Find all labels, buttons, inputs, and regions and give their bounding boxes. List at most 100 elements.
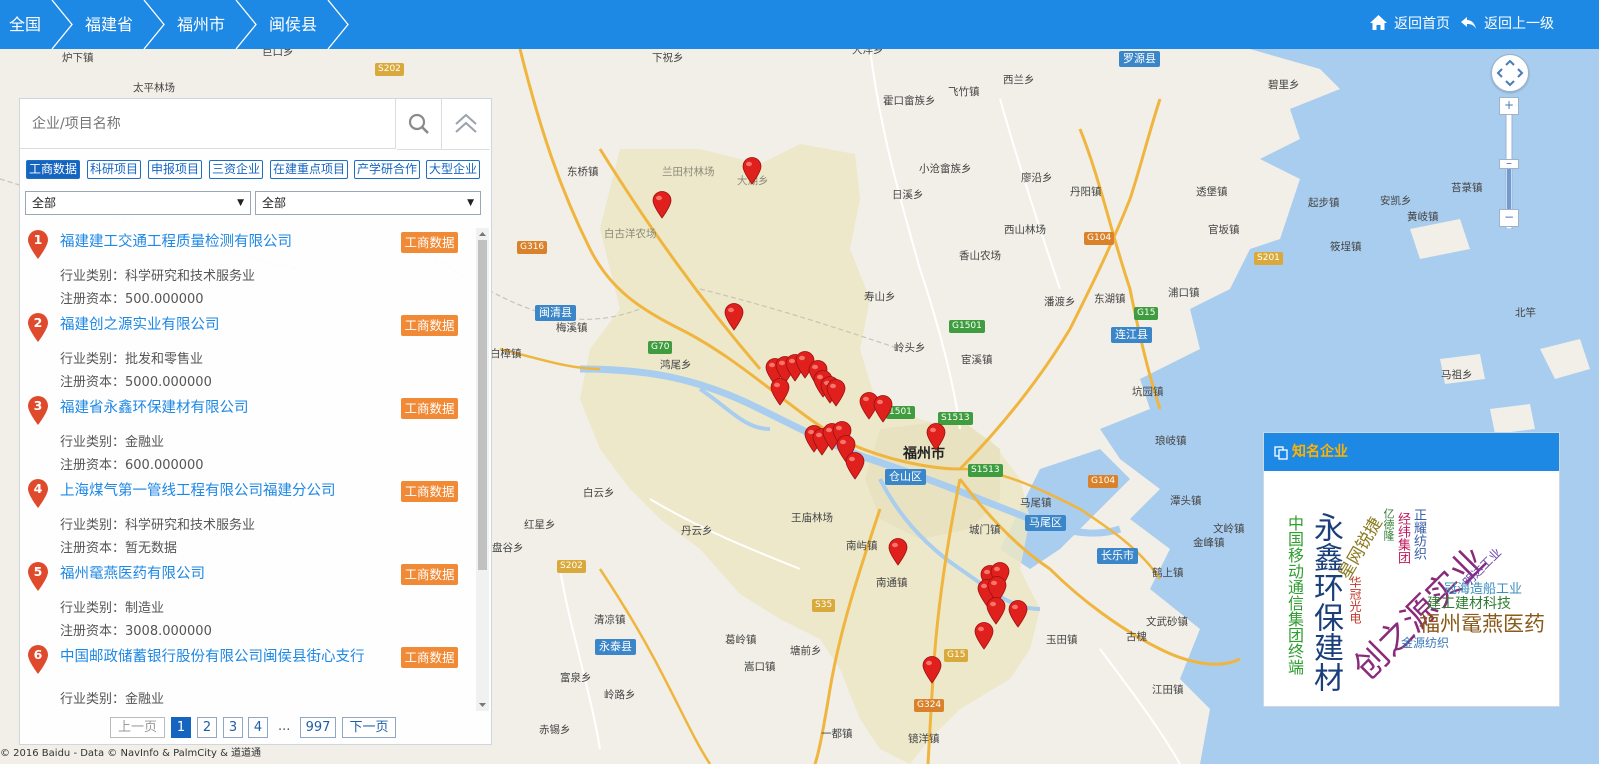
map-place-label: 苔菉镇: [1451, 182, 1483, 194]
pagination-page-2[interactable]: 2: [197, 717, 217, 738]
pagination-ellipsis: ...: [278, 719, 291, 734]
double-chevron-up-icon: [455, 113, 477, 133]
word-cloud-item[interactable]: 亿德隆: [1382, 508, 1395, 541]
search-button[interactable]: [397, 99, 442, 150]
breadcrumb-province[interactable]: 福建省: [85, 0, 133, 49]
map-marker-pin-icon[interactable]: [652, 191, 672, 219]
map-place-label: 霍口畲族乡: [883, 95, 936, 107]
list-item[interactable]: 2 福建创之源实业有限公司 工商数据 行业类别：批发和零售业 注册资本：5000…: [20, 311, 478, 394]
word-cloud-item[interactable]: 冠海造船工业: [1444, 583, 1522, 596]
tag-declared-projects[interactable]: 申报项目: [148, 160, 203, 179]
map-place-label: 坑园镇: [1132, 386, 1164, 398]
map-place-label: 金峰镇: [1193, 537, 1225, 549]
pagination-next[interactable]: 下一页: [342, 717, 396, 738]
list-item[interactable]: 3 福建省永鑫环保建材有限公司 工商数据 行业类别：金融业 注册资本：600.0…: [20, 394, 478, 477]
word-cloud-item[interactable]: 金源纺织: [1401, 637, 1449, 649]
word-cloud-item[interactable]: 中国移动通信集团终端: [1285, 515, 1304, 675]
list-item[interactable]: 5 福州鼋燕医药有限公司 工商数据 行业类别：制造业 注册资本：3008.000…: [20, 560, 478, 643]
map-place-label: 兰田村林场: [662, 166, 715, 178]
list-item[interactable]: 1 福建建工交通工程质量检测有限公司 工商数据 行业类别：科学研究和技术服务业 …: [20, 228, 478, 311]
filter-select-right[interactable]: 全部 ▼: [255, 191, 481, 215]
result-title[interactable]: 福建省永鑫环保建材有限公司: [60, 398, 360, 418]
map-pan-control[interactable]: [1491, 54, 1529, 92]
map-place-label: 东桥镇: [567, 166, 599, 178]
pagination-page-3[interactable]: 3: [223, 717, 243, 738]
list-item[interactable]: 4 上海煤气第一管线工程有限公司福建分公司 工商数据 行业类别：科学研究和技术服…: [20, 477, 478, 560]
result-badge[interactable]: 工商数据: [401, 564, 458, 585]
result-badge[interactable]: 工商数据: [401, 315, 458, 336]
search-results-panel: 工商数据 科研项目 申报项目 三资企业 在建重点项目 产学研合作 大型企业 全部…: [19, 98, 492, 745]
road-shield: G15: [1134, 307, 1159, 320]
map-place-label: 潭头镇: [1170, 495, 1202, 507]
zoom-slider-handle[interactable]: –: [1499, 157, 1519, 169]
breadcrumb-national[interactable]: 全国: [9, 0, 41, 49]
word-cloud-item[interactable]: 华冠光电: [1348, 576, 1362, 624]
map-marker-pin-icon[interactable]: [770, 378, 790, 406]
marker-number: 1: [33, 232, 43, 247]
result-title[interactable]: 福建创之源实业有限公司: [60, 315, 360, 335]
map-marker-pin-icon[interactable]: [826, 379, 846, 407]
tag-business-data[interactable]: 工商数据: [26, 160, 81, 179]
map-place-label: 太平林场: [133, 82, 175, 94]
map-place-label: 盘谷乡: [492, 542, 524, 554]
result-badge[interactable]: 工商数据: [401, 232, 458, 253]
tag-research-projects[interactable]: 科研项目: [87, 160, 142, 179]
home-button[interactable]: 返回首页: [1369, 0, 1450, 49]
pagination-page-1[interactable]: 1: [171, 717, 191, 738]
word-cloud-item[interactable]: 永鑫环保建材: [1308, 512, 1343, 692]
map-marker-pin-icon[interactable]: [845, 452, 865, 480]
zoom-out-button[interactable]: −: [1499, 209, 1519, 227]
map-place-label: 富泉乡: [560, 672, 592, 684]
result-title[interactable]: 福州鼋燕医药有限公司: [60, 564, 360, 584]
map-place-label: 清凉镇: [594, 614, 626, 626]
map-marker-pin-icon[interactable]: [742, 157, 762, 185]
result-badge[interactable]: 工商数据: [401, 647, 458, 668]
results-scrollbar[interactable]: [476, 228, 489, 711]
word-cloud-item[interactable]: 正耀纺织: [1411, 508, 1426, 560]
word-cloud-item[interactable]: 建工建材科技: [1427, 597, 1511, 611]
map-marker-pin-icon[interactable]: [888, 538, 908, 566]
pagination-last-page[interactable]: 997: [300, 717, 336, 738]
marker-number: 4: [33, 481, 43, 496]
map-marker-pin-icon[interactable]: [986, 597, 1006, 625]
result-title[interactable]: 上海煤气第一管线工程有限公司福建分公司: [60, 481, 400, 501]
pagination-page-4[interactable]: 4: [248, 717, 268, 738]
breadcrumb-county[interactable]: 闽侯县: [269, 0, 317, 49]
map-marker-pin-icon[interactable]: [926, 423, 946, 451]
scroll-down-icon[interactable]: [476, 700, 489, 710]
map-marker-pin-icon[interactable]: [974, 622, 994, 650]
list-item[interactable]: 6 中国邮政储蓄银行股份有限公司闽侯县街心支行 工商数据 行业类别：金融业: [20, 643, 478, 711]
map-marker-pin-icon[interactable]: [1008, 600, 1028, 628]
tag-key-construction[interactable]: 在建重点项目: [270, 160, 349, 179]
map-marker-pin-icon[interactable]: [873, 395, 893, 423]
collapse-panel-button[interactable]: [442, 99, 490, 150]
scroll-up-icon[interactable]: [476, 229, 489, 239]
tag-industry-academia[interactable]: 产学研合作: [354, 160, 421, 179]
result-badge[interactable]: 工商数据: [401, 481, 458, 502]
map-marker-pin-icon[interactable]: [724, 303, 744, 331]
marker-number: 3: [33, 398, 43, 413]
marker-number: 6: [33, 647, 43, 662]
scrollbar-thumb[interactable]: [478, 240, 487, 570]
pagination-prev[interactable]: 上一页: [110, 717, 165, 738]
marker-number: 5: [33, 564, 43, 579]
map-place-label: 南屿镇: [846, 540, 878, 552]
tag-large-enterprises[interactable]: 大型企业: [426, 160, 481, 179]
zoom-in-button[interactable]: +: [1499, 97, 1519, 115]
result-badge[interactable]: 工商数据: [401, 398, 458, 419]
filter-select-left[interactable]: 全部 ▼: [25, 191, 251, 215]
breadcrumb-city[interactable]: 福州市: [177, 0, 225, 49]
map-place-label: 寿山乡: [864, 291, 896, 303]
result-title[interactable]: 福建建工交通工程质量检测有限公司: [60, 232, 360, 252]
breadcrumb-separator-icon: [143, 0, 165, 49]
word-cloud-item[interactable]: 经纬集团: [1395, 512, 1410, 564]
tag-foreign-invested[interactable]: 三资企业: [209, 160, 264, 179]
map-marker-pin-icon[interactable]: [922, 656, 942, 684]
word-cloud-item[interactable]: 福州鼋燕医药: [1419, 614, 1545, 635]
map-place-label: 南通镇: [876, 577, 908, 589]
search-input[interactable]: [20, 99, 396, 149]
word-cloud-item[interactable]: 星网锐捷: [1335, 514, 1386, 583]
back-button[interactable]: 返回上一级: [1460, 0, 1554, 49]
result-title[interactable]: 中国邮政储蓄银行股份有限公司闽侯县街心支行: [60, 647, 380, 667]
famous-companies-header: 知名企业: [1264, 433, 1559, 471]
